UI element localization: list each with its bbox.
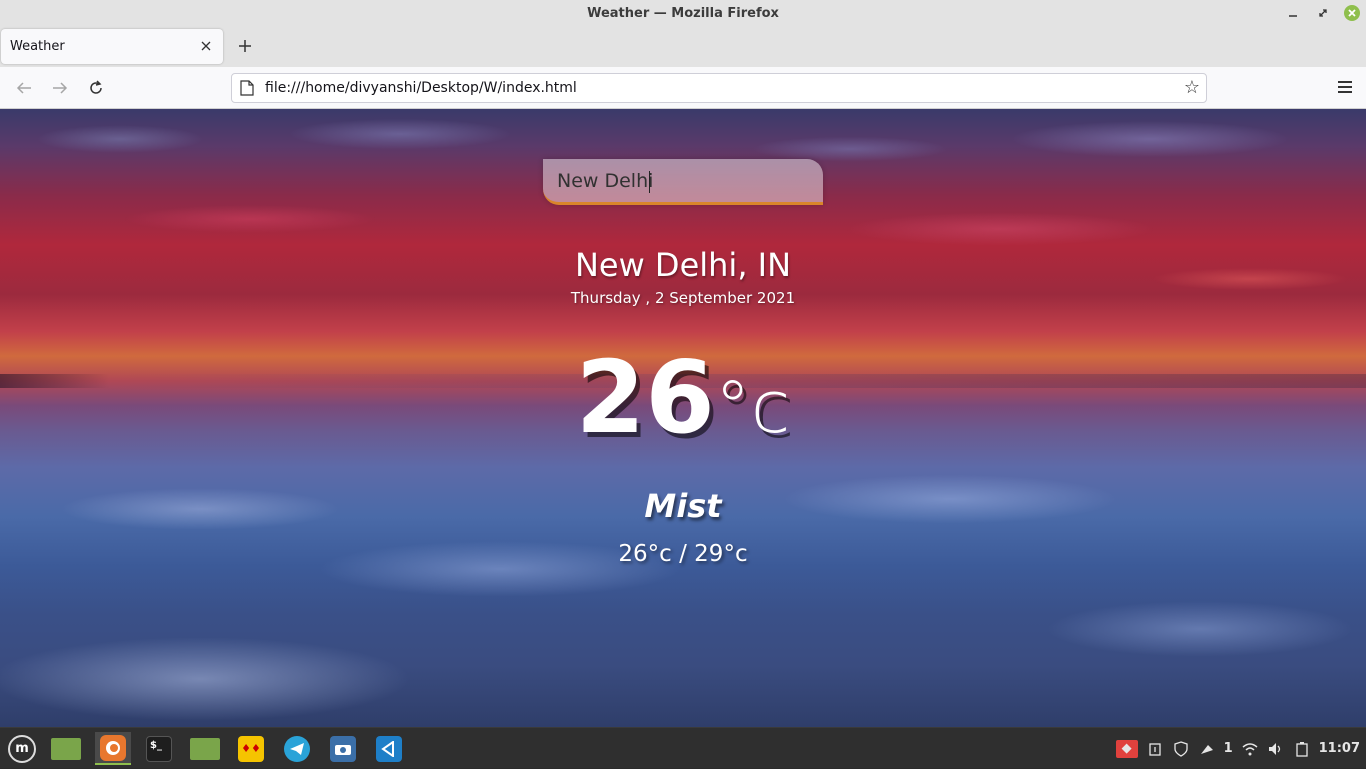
background-clouds bbox=[0, 109, 1366, 359]
maximize-icon[interactable] bbox=[1314, 4, 1332, 22]
terminal-icon: $_ bbox=[146, 735, 172, 762]
city-search-box[interactable] bbox=[543, 159, 823, 205]
temperature-range: 26°c / 29°c bbox=[618, 541, 748, 567]
weather-condition: Mist bbox=[644, 487, 722, 525]
bookmark-star-icon[interactable]: ☆ bbox=[1184, 77, 1200, 98]
reload-button[interactable] bbox=[85, 77, 107, 99]
window-titlebar: Weather — Mozilla Firefox bbox=[0, 0, 1366, 27]
anydesk-icon[interactable]: ◆ bbox=[1115, 739, 1138, 758]
temperature-unit: °c bbox=[714, 365, 791, 449]
window-controls bbox=[1284, 4, 1360, 22]
shield-icon[interactable] bbox=[1172, 740, 1190, 758]
text-cursor bbox=[649, 171, 650, 193]
navigation-toolbar: file:///home/divyanshi/Desktop/W/index.h… bbox=[0, 67, 1366, 109]
mint-menu-button[interactable]: m bbox=[4, 732, 40, 765]
notification-icon[interactable] bbox=[1198, 740, 1216, 758]
new-tab-button[interactable] bbox=[234, 35, 256, 57]
page-content: New Delhi, IN Thursday , 2 September 202… bbox=[0, 109, 1366, 727]
taskbar-firefox[interactable] bbox=[95, 732, 131, 765]
close-tab-icon[interactable] bbox=[197, 37, 215, 55]
back-button[interactable] bbox=[13, 77, 35, 99]
taskbar-screenshot[interactable] bbox=[325, 732, 361, 765]
back-arrow-icon bbox=[16, 82, 31, 94]
taskbar-files[interactable] bbox=[48, 732, 84, 765]
app-icon: ♦♦ bbox=[238, 735, 264, 762]
volume-icon[interactable] bbox=[1267, 740, 1285, 758]
window-title: Weather — Mozilla Firefox bbox=[587, 6, 779, 21]
telegram-icon bbox=[284, 735, 310, 762]
city-search-input[interactable] bbox=[557, 169, 807, 192]
close-window-icon[interactable] bbox=[1344, 5, 1360, 21]
temperature-display: 26°c bbox=[0, 339, 1366, 456]
url-text[interactable]: file:///home/divyanshi/Desktop/W/index.h… bbox=[265, 80, 577, 96]
plus-icon bbox=[239, 40, 251, 52]
current-date: Thursday , 2 September 2021 bbox=[570, 289, 796, 307]
tab-label: Weather bbox=[10, 39, 65, 54]
minimize-icon[interactable] bbox=[1284, 4, 1302, 22]
page-icon bbox=[240, 80, 254, 96]
clipboard-icon[interactable] bbox=[1146, 740, 1164, 758]
temperature-value: 26 bbox=[575, 339, 715, 456]
forward-button[interactable] bbox=[49, 77, 71, 99]
taskbar-telegram[interactable] bbox=[279, 732, 315, 765]
system-tray: ◆ 1 11:07 bbox=[1115, 728, 1366, 769]
notification-count: 1 bbox=[1223, 741, 1233, 756]
url-bar[interactable]: file:///home/divyanshi/Desktop/W/index.h… bbox=[231, 73, 1207, 103]
files-icon bbox=[51, 737, 81, 760]
folder-icon bbox=[190, 737, 220, 760]
taskbar-vscode[interactable] bbox=[371, 732, 407, 765]
vscode-icon bbox=[376, 735, 402, 762]
taskbar-app[interactable]: ♦♦ bbox=[233, 732, 269, 765]
wifi-icon[interactable] bbox=[1241, 740, 1259, 758]
battery-icon[interactable] bbox=[1293, 740, 1311, 758]
forward-arrow-icon bbox=[53, 82, 68, 94]
tab-weather[interactable]: Weather bbox=[1, 29, 223, 64]
system-taskbar: m $_ ♦♦ ◆ 1 11:07 bbox=[0, 727, 1366, 768]
mint-logo-icon: m bbox=[8, 734, 36, 763]
background-ice bbox=[0, 409, 1366, 727]
hamburger-menu-icon[interactable] bbox=[1336, 78, 1354, 96]
firefox-icon bbox=[100, 734, 126, 761]
city-name: New Delhi, IN bbox=[574, 246, 792, 284]
screenshot-icon bbox=[330, 735, 356, 762]
tab-strip: Weather bbox=[0, 27, 1366, 67]
taskbar-terminal[interactable]: $_ bbox=[141, 732, 177, 765]
reload-icon bbox=[90, 80, 102, 94]
taskbar-folder[interactable] bbox=[187, 732, 223, 765]
clock[interactable]: 11:07 bbox=[1319, 741, 1360, 756]
